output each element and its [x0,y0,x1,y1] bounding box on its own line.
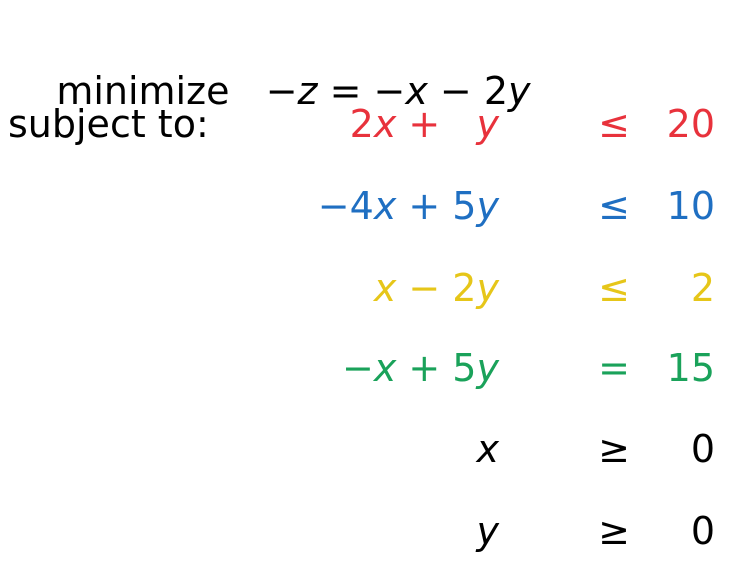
constraint-row: y ≥0 [0,508,735,554]
term-text: + 5 [396,184,477,228]
constraint-rhs: 10 [666,184,715,228]
term-text: −4 [317,184,374,228]
constraint-rhs: 2 [690,266,715,310]
variable: y [476,102,500,146]
linear-program: minimize −z = −x − 2y subject to: 2x + y… [0,0,735,577]
term-text: − [341,346,374,390]
constraint-lhs: −4x + 5y [318,183,499,229]
variable: x [373,266,397,310]
constraint-relation: ≥ [598,427,630,471]
constraint-relation: = [598,346,630,390]
constraint-row: x ≥0 [0,426,735,472]
constraint-lhs: 2x + y [350,101,499,147]
constraint-rhs: 0 [690,427,715,471]
variable: x [476,427,500,471]
variable: y [476,509,500,553]
constraint-relation: ≤ [598,266,630,310]
constraint-row: −x + 5y = 15 [0,345,735,391]
constraint-lhs: y [477,508,500,554]
variable: x [373,346,397,390]
variable: x [373,184,397,228]
constraint-relation: ≤ [598,184,630,228]
term-text: − 2 [396,266,477,310]
constraint-row: x − 2y ≤2 [0,265,735,311]
constraint-lhs: x − 2y [374,265,499,311]
term-text: 2 [349,102,374,146]
constraint-lhs: −x + 5y [342,345,499,391]
constraint-relation: ≥ [598,509,630,553]
constraint-row: −4x + 5y ≤10 [0,183,735,229]
constraint-rhs: 15 [666,346,715,390]
term-text: + [396,102,453,146]
variable: x [373,102,397,146]
variable: y [476,266,500,310]
constraint-rhs: 20 [666,102,715,146]
term-text [452,102,476,146]
term-text: + 5 [396,346,477,390]
constraint-rhs: 0 [690,509,715,553]
constraint-lhs: x [477,426,500,472]
variable: y [476,184,500,228]
constraint-relation: ≤ [598,102,630,146]
constraint-row: 2x + y ≤20 [0,101,735,147]
variable: y [476,346,500,390]
